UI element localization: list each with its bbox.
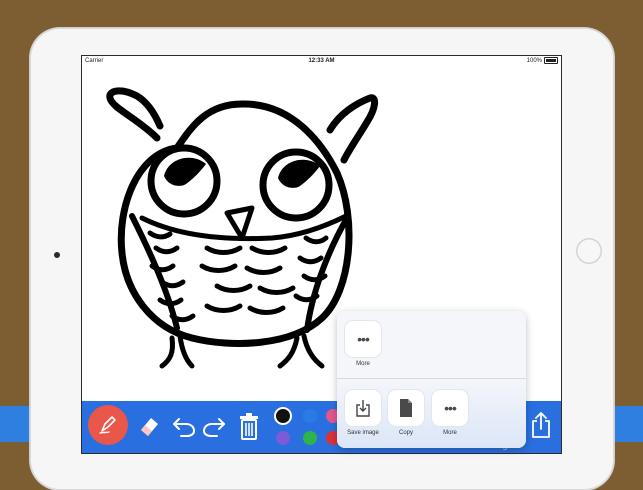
more-icon: ••• bbox=[345, 321, 381, 357]
share-sheet-popover: ••• More Save image Copy ••• More bbox=[337, 311, 526, 448]
eraser-icon bbox=[141, 418, 158, 436]
undo-icon bbox=[173, 418, 196, 437]
color-swatch[interactable] bbox=[276, 409, 290, 423]
color-swatch[interactable] bbox=[303, 431, 317, 445]
home-button[interactable] bbox=[576, 238, 602, 264]
front-camera bbox=[54, 252, 60, 258]
share-action-label: Save image bbox=[347, 430, 379, 436]
share-action-save-image[interactable]: Save image bbox=[340, 390, 386, 436]
color-swatch[interactable] bbox=[303, 409, 317, 423]
share-button[interactable] bbox=[524, 407, 558, 443]
status-bar: Carrier 12:33 AM 100% bbox=[82, 56, 561, 68]
undo-button[interactable] bbox=[170, 411, 198, 441]
pen-icon bbox=[99, 416, 116, 434]
battery-icon bbox=[544, 57, 558, 64]
trash-button[interactable] bbox=[235, 410, 263, 442]
clock: 12:33 AM bbox=[308, 58, 335, 64]
pen-tool-button[interactable] bbox=[88, 405, 128, 445]
share-action-label: More bbox=[443, 430, 457, 436]
battery-indicator: 100% bbox=[527, 57, 558, 64]
save-image-icon bbox=[345, 390, 381, 426]
eraser-button[interactable] bbox=[134, 411, 164, 441]
copy-icon bbox=[388, 390, 424, 426]
color-swatch[interactable] bbox=[276, 431, 290, 445]
redo-button[interactable] bbox=[200, 411, 228, 441]
trash-icon bbox=[240, 413, 258, 440]
share-action-copy[interactable]: Copy bbox=[383, 390, 429, 436]
battery-percent: 100% bbox=[526, 57, 542, 64]
share-icon bbox=[532, 412, 550, 438]
redo-icon bbox=[202, 418, 225, 437]
share-action-more-top[interactable]: ••• More bbox=[340, 321, 386, 367]
share-action-more[interactable]: ••• More bbox=[427, 390, 473, 436]
share-action-label: Copy bbox=[398, 430, 413, 436]
more-icon: ••• bbox=[432, 390, 468, 426]
share-action-label: More bbox=[356, 361, 370, 367]
